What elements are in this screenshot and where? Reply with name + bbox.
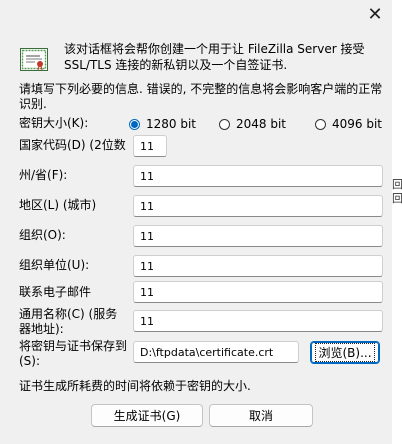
radio-unselected-icon — [315, 118, 326, 130]
radio-label-1280: 1280 bit — [146, 117, 197, 131]
radio-selected-icon — [129, 118, 140, 130]
state-input[interactable] — [133, 165, 383, 187]
save-path-label-line2: (S): — [19, 354, 41, 368]
email-label: 联系电子邮件 — [19, 285, 92, 299]
save-path-input[interactable] — [133, 341, 299, 363]
certificate-icon — [20, 48, 48, 71]
generate-button[interactable]: 生成证书(G) — [91, 404, 203, 427]
dialog-footer: 生成证书(G) 取消 — [0, 398, 392, 444]
email-input[interactable] — [133, 281, 383, 303]
common-name-label-line2: 器地址): — [19, 322, 64, 336]
save-path-label: 将密钥与证书保存到 (S): — [19, 339, 127, 369]
browse-button[interactable]: 浏览(B)... — [310, 341, 380, 364]
footer-note: 证书生成所耗费的时间将依赖于密钥的大小. — [19, 379, 251, 393]
org-label: 组织(O): — [19, 228, 66, 242]
common-name-label: 通用名称(C) (服务 器地址): — [19, 307, 117, 337]
unit-label: 组织单位(U): — [19, 258, 90, 272]
instructions-text: 请填写下列必要的信息. 错误的, 不完整的信息将会影响客户端的正常识别. — [19, 82, 383, 111]
common-name-input[interactable] — [133, 310, 383, 332]
radio-label-2048: 2048 bit — [236, 117, 287, 131]
close-button[interactable]: ✕ — [360, 2, 390, 28]
unit-input[interactable] — [133, 255, 383, 277]
country-label: 国家代码(D) (2位数 — [19, 138, 126, 152]
close-icon: ✕ — [367, 4, 383, 25]
key-size-label: 密钥大小(K): — [19, 116, 89, 130]
dialog-titlebar: ✕ — [0, 0, 392, 30]
city-label: 地区(L) (城市) — [19, 198, 97, 212]
background-text-2: 回 — [392, 192, 402, 205]
radio-1280[interactable]: 1280 bit — [129, 117, 196, 131]
common-name-label-line1: 通用名称(C) (服务 — [19, 307, 118, 321]
country-input[interactable] — [133, 135, 167, 157]
radio-4096[interactable]: 4096 bit — [315, 117, 382, 131]
radio-unselected-icon — [219, 118, 230, 130]
state-label: 州/省(F): — [19, 168, 68, 182]
cancel-button-label: 取消 — [248, 409, 273, 423]
city-input[interactable] — [133, 195, 383, 217]
save-path-label-line1: 将密钥与证书保存到 — [19, 339, 128, 353]
cancel-button[interactable]: 取消 — [209, 404, 313, 427]
radio-label-4096: 4096 bit — [332, 117, 383, 131]
certificate-dialog: ✕ 该对话框将会帮你创建一个用于让 FileZilla Server 接受 SS… — [0, 0, 393, 444]
browse-button-label: 浏览(B)... — [315, 343, 375, 362]
generate-button-label: 生成证书(G) — [113, 409, 181, 423]
intro-text: 该对话框将会帮你创建一个用于让 FileZilla Server 接受 SSL/… — [64, 42, 365, 72]
org-input[interactable] — [133, 225, 383, 247]
radio-2048[interactable]: 2048 bit — [219, 117, 286, 131]
background-window: 回 回 — [392, 0, 402, 444]
